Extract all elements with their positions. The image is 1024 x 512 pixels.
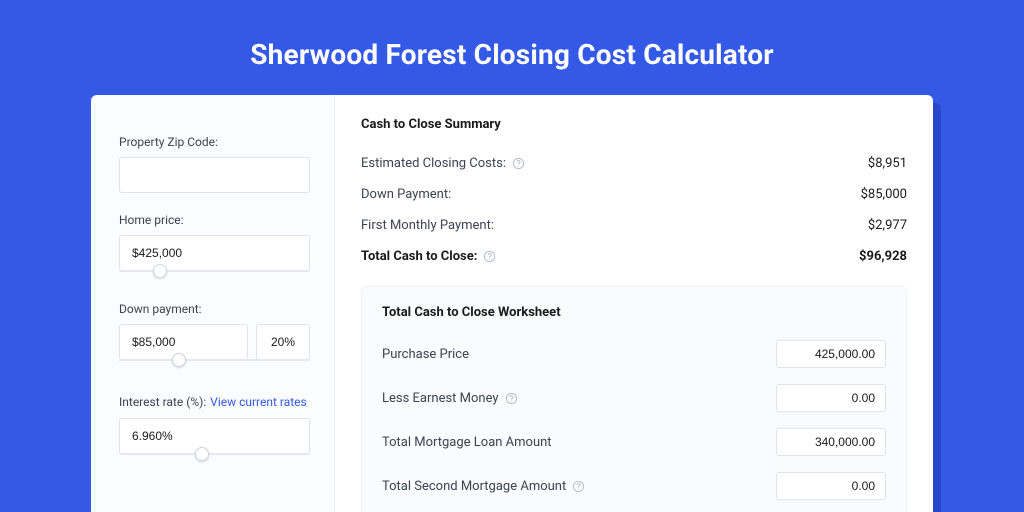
- summary-row-label: First Monthly Payment:: [361, 218, 494, 233]
- slider-thumb[interactable]: [153, 264, 167, 278]
- summary-title: Cash to Close Summary: [361, 117, 907, 132]
- zip-label: Property Zip Code:: [119, 135, 310, 149]
- home-price-label: Home price:: [119, 213, 310, 227]
- slider-thumb[interactable]: [172, 353, 186, 367]
- help-icon[interactable]: [572, 480, 585, 493]
- summary-total-label: Total Cash to Close:: [361, 249, 477, 264]
- summary-row-total: Total Cash to Close: $96,928: [361, 241, 907, 272]
- zip-input[interactable]: [119, 157, 310, 193]
- worksheet-title: Total Cash to Close Worksheet: [382, 305, 886, 320]
- home-price-field: Home price:: [119, 213, 310, 282]
- interest-input[interactable]: [119, 418, 310, 454]
- ws-mortgage-loan-input[interactable]: [776, 428, 886, 456]
- card-shadow: Property Zip Code: Home price: Down paym…: [91, 95, 933, 512]
- slider-track: [119, 359, 310, 361]
- worksheet-row-earnest-money: Less Earnest Money: [382, 376, 886, 420]
- worksheet-row-mortgage-loan: Total Mortgage Loan Amount: [382, 420, 886, 464]
- summary-row-first-monthly: First Monthly Payment: $2,977: [361, 210, 907, 241]
- home-price-input[interactable]: [119, 235, 310, 271]
- down-payment-field: Down payment:: [119, 302, 310, 371]
- home-price-slider[interactable]: [119, 270, 310, 282]
- worksheet-row-purchase-price: Purchase Price: [382, 332, 886, 376]
- ws-row-label: Total Second Mortgage Amount: [382, 479, 566, 494]
- summary-row-value: $2,977: [868, 218, 907, 233]
- ws-row-label: Total Mortgage Loan Amount: [382, 435, 552, 450]
- down-payment-slider[interactable]: [119, 359, 310, 371]
- page-title: Sherwood Forest Closing Cost Calculator: [0, 0, 1024, 95]
- worksheet-row-second-mortgage: Total Second Mortgage Amount: [382, 464, 886, 508]
- help-icon[interactable]: [505, 392, 518, 405]
- slider-thumb[interactable]: [195, 447, 209, 461]
- ws-purchase-price-input[interactable]: [776, 340, 886, 368]
- worksheet-panel: Total Cash to Close Worksheet Purchase P…: [361, 286, 907, 512]
- interest-label: Interest rate (%):: [119, 395, 206, 409]
- interest-field: Interest rate (%): View current rates: [119, 391, 310, 465]
- zip-field: Property Zip Code:: [119, 135, 310, 193]
- summary-total-value: $96,928: [859, 249, 907, 264]
- slider-track: [119, 270, 310, 272]
- slider-track: [119, 453, 310, 455]
- summary-row-label: Down Payment:: [361, 187, 451, 202]
- interest-slider[interactable]: [119, 453, 310, 465]
- ws-row-label: Purchase Price: [382, 347, 469, 362]
- summary-row-label: Estimated Closing Costs:: [361, 156, 506, 171]
- divider: [361, 272, 907, 286]
- summary-row-value: $85,000: [861, 187, 907, 202]
- help-icon[interactable]: [483, 250, 496, 263]
- summary-row-closing-costs: Estimated Closing Costs: $8,951: [361, 148, 907, 179]
- results-panel: Cash to Close Summary Estimated Closing …: [335, 95, 933, 512]
- down-payment-pct-input[interactable]: [256, 324, 310, 360]
- help-icon[interactable]: [512, 157, 525, 170]
- ws-row-label: Less Earnest Money: [382, 391, 499, 406]
- ws-earnest-money-input[interactable]: [776, 384, 886, 412]
- view-rates-link[interactable]: View current rates: [210, 395, 307, 409]
- ws-second-mortgage-input[interactable]: [776, 472, 886, 500]
- down-payment-row: [119, 324, 310, 360]
- calculator-card: Property Zip Code: Home price: Down paym…: [91, 95, 933, 512]
- inputs-panel: Property Zip Code: Home price: Down paym…: [91, 95, 335, 512]
- summary-row-value: $8,951: [868, 156, 907, 171]
- down-payment-label: Down payment:: [119, 302, 310, 316]
- summary-row-down-payment: Down Payment: $85,000: [361, 179, 907, 210]
